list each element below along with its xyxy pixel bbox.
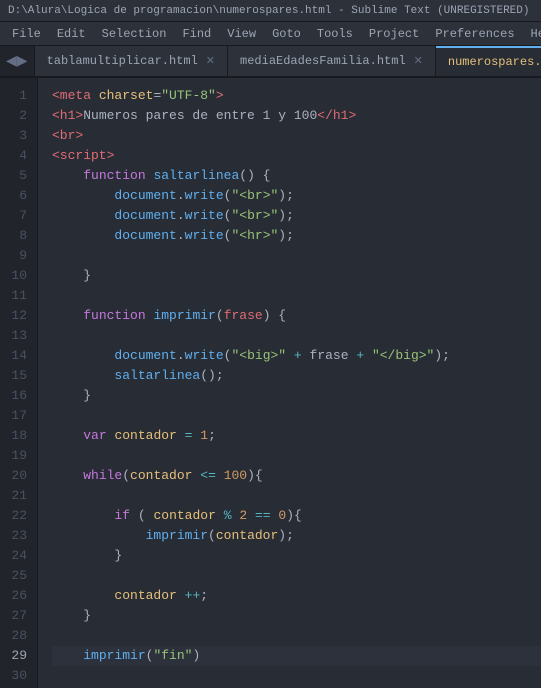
line-num-10: 10 — [8, 266, 27, 286]
line-num-4: 4 — [8, 146, 27, 166]
line-num-1: 1 — [8, 86, 27, 106]
title-bar: D:\Alura\Logica de programacion\numerosp… — [0, 0, 541, 22]
nav-arrows[interactable]: ◀ ▶ — [0, 46, 35, 76]
line-num-16: 16 — [8, 386, 27, 406]
line-numbers: 1 2 3 4 5 6 7 8 9 10 11 12 13 14 15 16 1… — [0, 78, 38, 688]
menu-file[interactable]: File — [4, 25, 49, 43]
code-line-2: <h1>Numeros pares de entre 1 y 100</h1> — [52, 106, 541, 126]
code-line-9 — [52, 246, 541, 266]
tab-tablamultiplicar[interactable]: tablamultiplicar.html ✕ — [35, 46, 228, 76]
code-line-30 — [52, 666, 541, 686]
tab-numerospares[interactable]: numerospares.html ✕ — [436, 46, 541, 76]
code-line-1: <meta charset="UTF-8"> — [52, 86, 541, 106]
editor: 1 2 3 4 5 6 7 8 9 10 11 12 13 14 15 16 1… — [0, 78, 541, 688]
code-line-16: } — [52, 386, 541, 406]
line-num-19: 19 — [8, 446, 27, 466]
code-line-29: imprimir("fin") — [52, 646, 541, 666]
line-num-6: 6 — [8, 186, 27, 206]
code-line-14: document.write("<big>" + frase + "</big>… — [52, 346, 541, 366]
nav-right-icon: ▶ — [17, 53, 28, 70]
menu-bar: File Edit Selection Find View Goto Tools… — [0, 22, 541, 46]
tab-label: mediaEdadesFamilia.html — [240, 54, 406, 68]
line-num-22: 22 — [8, 506, 27, 526]
line-num-13: 13 — [8, 326, 27, 346]
line-num-14: 14 — [8, 346, 27, 366]
line-num-5: 5 — [8, 166, 27, 186]
code-line-12: function imprimir(frase) { — [52, 306, 541, 326]
code-line-4: <script> — [52, 146, 541, 166]
line-num-21: 21 — [8, 486, 27, 506]
code-line-28 — [52, 626, 541, 646]
code-content[interactable]: <meta charset="UTF-8"> <h1>Numeros pares… — [38, 78, 541, 688]
tab-close-media[interactable]: ✕ — [412, 53, 425, 69]
line-num-8: 8 — [8, 226, 27, 246]
line-num-27: 27 — [8, 606, 27, 626]
code-line-17 — [52, 406, 541, 426]
line-num-23: 23 — [8, 526, 27, 546]
title-text: D:\Alura\Logica de programacion\numerosp… — [8, 5, 530, 17]
code-line-6: document.write("<br>"); — [52, 186, 541, 206]
code-line-11 — [52, 286, 541, 306]
menu-project[interactable]: Project — [361, 25, 427, 43]
menu-preferences[interactable]: Preferences — [427, 25, 522, 43]
line-num-26: 26 — [8, 586, 27, 606]
code-line-15: saltarlinea(); — [52, 366, 541, 386]
code-line-23: imprimir(contador); — [52, 526, 541, 546]
tab-label-active: numerospares.html — [448, 55, 541, 69]
line-num-2: 2 — [8, 106, 27, 126]
menu-help[interactable]: Help — [523, 25, 541, 43]
line-num-15: 15 — [8, 366, 27, 386]
code-line-7: document.write("<br>"); — [52, 206, 541, 226]
line-num-11: 11 — [8, 286, 27, 306]
menu-selection[interactable]: Selection — [94, 25, 175, 43]
code-line-10: } — [52, 266, 541, 286]
line-num-28: 28 — [8, 626, 27, 646]
nav-left-icon: ◀ — [6, 53, 17, 70]
line-num-12: 12 — [8, 306, 27, 326]
code-line-19 — [52, 446, 541, 466]
line-num-7: 7 — [8, 206, 27, 226]
menu-find[interactable]: Find — [174, 25, 219, 43]
menu-goto[interactable]: Goto — [264, 25, 309, 43]
code-line-3: <br> — [52, 126, 541, 146]
line-num-24: 24 — [8, 546, 27, 566]
code-line-24: } — [52, 546, 541, 566]
code-line-5: function saltarlinea() { — [52, 166, 541, 186]
code-line-21 — [52, 486, 541, 506]
code-line-18: var contador = 1; — [52, 426, 541, 446]
line-num-20: 20 — [8, 466, 27, 486]
tabs-bar: ◀ ▶ tablamultiplicar.html ✕ mediaEdadesF… — [0, 46, 541, 78]
code-line-26: contador ++; — [52, 586, 541, 606]
code-line-8: document.write("<hr>"); — [52, 226, 541, 246]
menu-view[interactable]: View — [219, 25, 264, 43]
code-line-20: while(contador <= 100){ — [52, 466, 541, 486]
line-num-30: 30 — [8, 666, 27, 686]
code-line-13 — [52, 326, 541, 346]
code-line-27: } — [52, 606, 541, 626]
code-line-22: if ( contador % 2 == 0){ — [52, 506, 541, 526]
menu-tools[interactable]: Tools — [309, 25, 361, 43]
line-num-17: 17 — [8, 406, 27, 426]
tab-label: tablamultiplicar.html — [47, 54, 198, 68]
line-num-29: 29 — [8, 646, 27, 666]
menu-edit[interactable]: Edit — [49, 25, 94, 43]
line-num-25: 25 — [8, 566, 27, 586]
tab-close-tablamultiplicar[interactable]: ✕ — [204, 53, 217, 69]
code-line-25 — [52, 566, 541, 586]
line-num-18: 18 — [8, 426, 27, 446]
tab-mediaedadesfamilia[interactable]: mediaEdadesFamilia.html ✕ — [228, 46, 436, 76]
line-num-9: 9 — [8, 246, 27, 266]
line-num-3: 3 — [8, 126, 27, 146]
